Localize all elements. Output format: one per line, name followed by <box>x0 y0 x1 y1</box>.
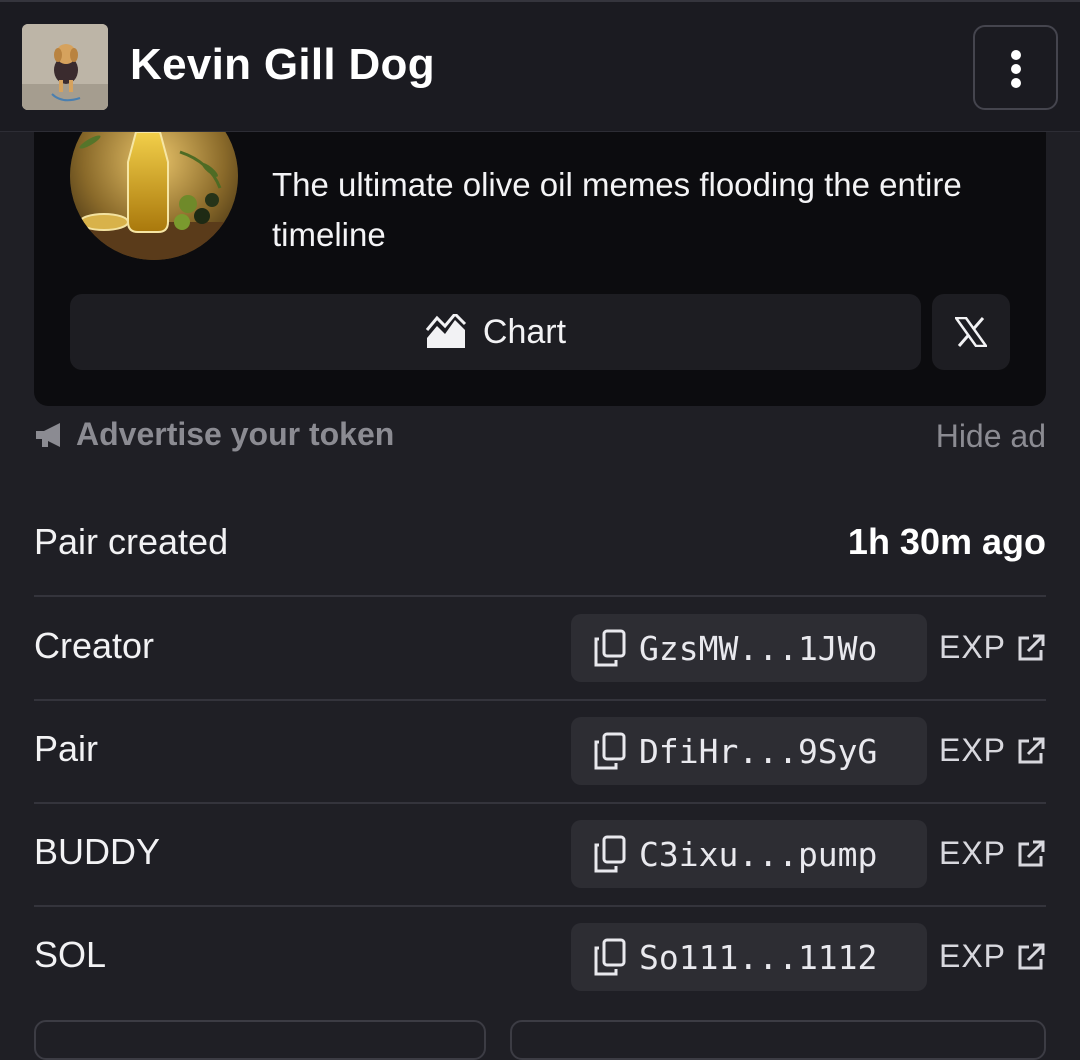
explorer-label: EXP <box>938 732 1006 768</box>
pair-created-value: 1h 30m ago <box>847 521 1046 562</box>
chart-button[interactable]: Chart <box>70 294 921 370</box>
external-link-icon <box>1018 840 1045 866</box>
external-link-icon <box>1018 943 1045 969</box>
external-link-icon <box>1018 737 1045 763</box>
chart-area-icon <box>425 314 466 348</box>
more-options-button[interactable] <box>973 25 1058 110</box>
copy-address-button[interactable]: GzsMW...1JWo <box>571 614 927 682</box>
row-label: SOL <box>34 934 107 975</box>
row-label: Creator <box>34 625 155 666</box>
address-row-base-token: BUDDY C3ixu...pump EXP <box>34 804 1046 907</box>
ad-description: The ultimate olive oil memes flooding th… <box>272 166 962 253</box>
address-row-creator: Creator GzsMW...1JWo EXP <box>34 598 1046 701</box>
bottom-action-button-left[interactable] <box>34 1020 486 1060</box>
ad-card: The ultimate olive oil memes flooding th… <box>34 110 1046 406</box>
advertise-label: Advertise your token <box>76 416 395 452</box>
copy-address-button[interactable]: So111...1112 <box>571 923 927 991</box>
address-text: DfiHr...9SyG <box>639 731 878 771</box>
top-header: Kevin Gill Dog <box>0 0 1080 132</box>
row-label: BUDDY <box>34 831 161 872</box>
dog-avatar-image <box>22 24 108 110</box>
address-row-quote-token: SOL So111...1112 EXP <box>34 907 1046 1010</box>
explorer-label: EXP <box>938 835 1006 871</box>
copy-icon <box>594 835 626 873</box>
token-avatar[interactable] <box>22 24 108 110</box>
copy-icon <box>594 732 626 770</box>
explorer-link[interactable]: EXP <box>939 835 1046 872</box>
address-text: So111...1112 <box>639 937 878 977</box>
chart-button-label: Chart <box>482 312 567 351</box>
copy-icon <box>594 938 626 976</box>
pair-created-row: Pair created 1h 30m ago <box>34 494 1046 597</box>
explorer-label: EXP <box>938 629 1006 665</box>
copy-address-button[interactable]: DfiHr...9SyG <box>571 717 927 785</box>
address-row-pair: Pair DfiHr...9SyG EXP <box>34 701 1046 804</box>
megaphone-icon <box>36 422 60 447</box>
external-link-icon <box>1018 634 1045 660</box>
address-text: GzsMW...1JWo <box>639 628 878 668</box>
explorer-link[interactable]: EXP <box>939 732 1046 769</box>
explorer-link[interactable]: EXP <box>939 629 1046 666</box>
explorer-link[interactable]: EXP <box>939 938 1046 975</box>
page-title: Kevin Gill Dog <box>130 40 435 89</box>
copy-icon <box>594 629 626 667</box>
copy-address-button[interactable]: C3ixu...pump <box>571 820 927 888</box>
hide-ad-link[interactable]: Hide ad <box>936 418 1046 455</box>
x-logo-icon <box>955 317 987 347</box>
bottom-action-button-right[interactable] <box>510 1020 1046 1060</box>
olive-oil-token-image <box>70 110 238 260</box>
pair-created-label: Pair created <box>34 521 229 562</box>
advertise-token-link[interactable]: Advertise your token <box>34 416 394 453</box>
explorer-label: EXP <box>938 938 1006 974</box>
x-social-button[interactable] <box>932 294 1010 370</box>
address-text: C3ixu...pump <box>639 834 878 874</box>
row-label: Pair <box>34 728 99 769</box>
